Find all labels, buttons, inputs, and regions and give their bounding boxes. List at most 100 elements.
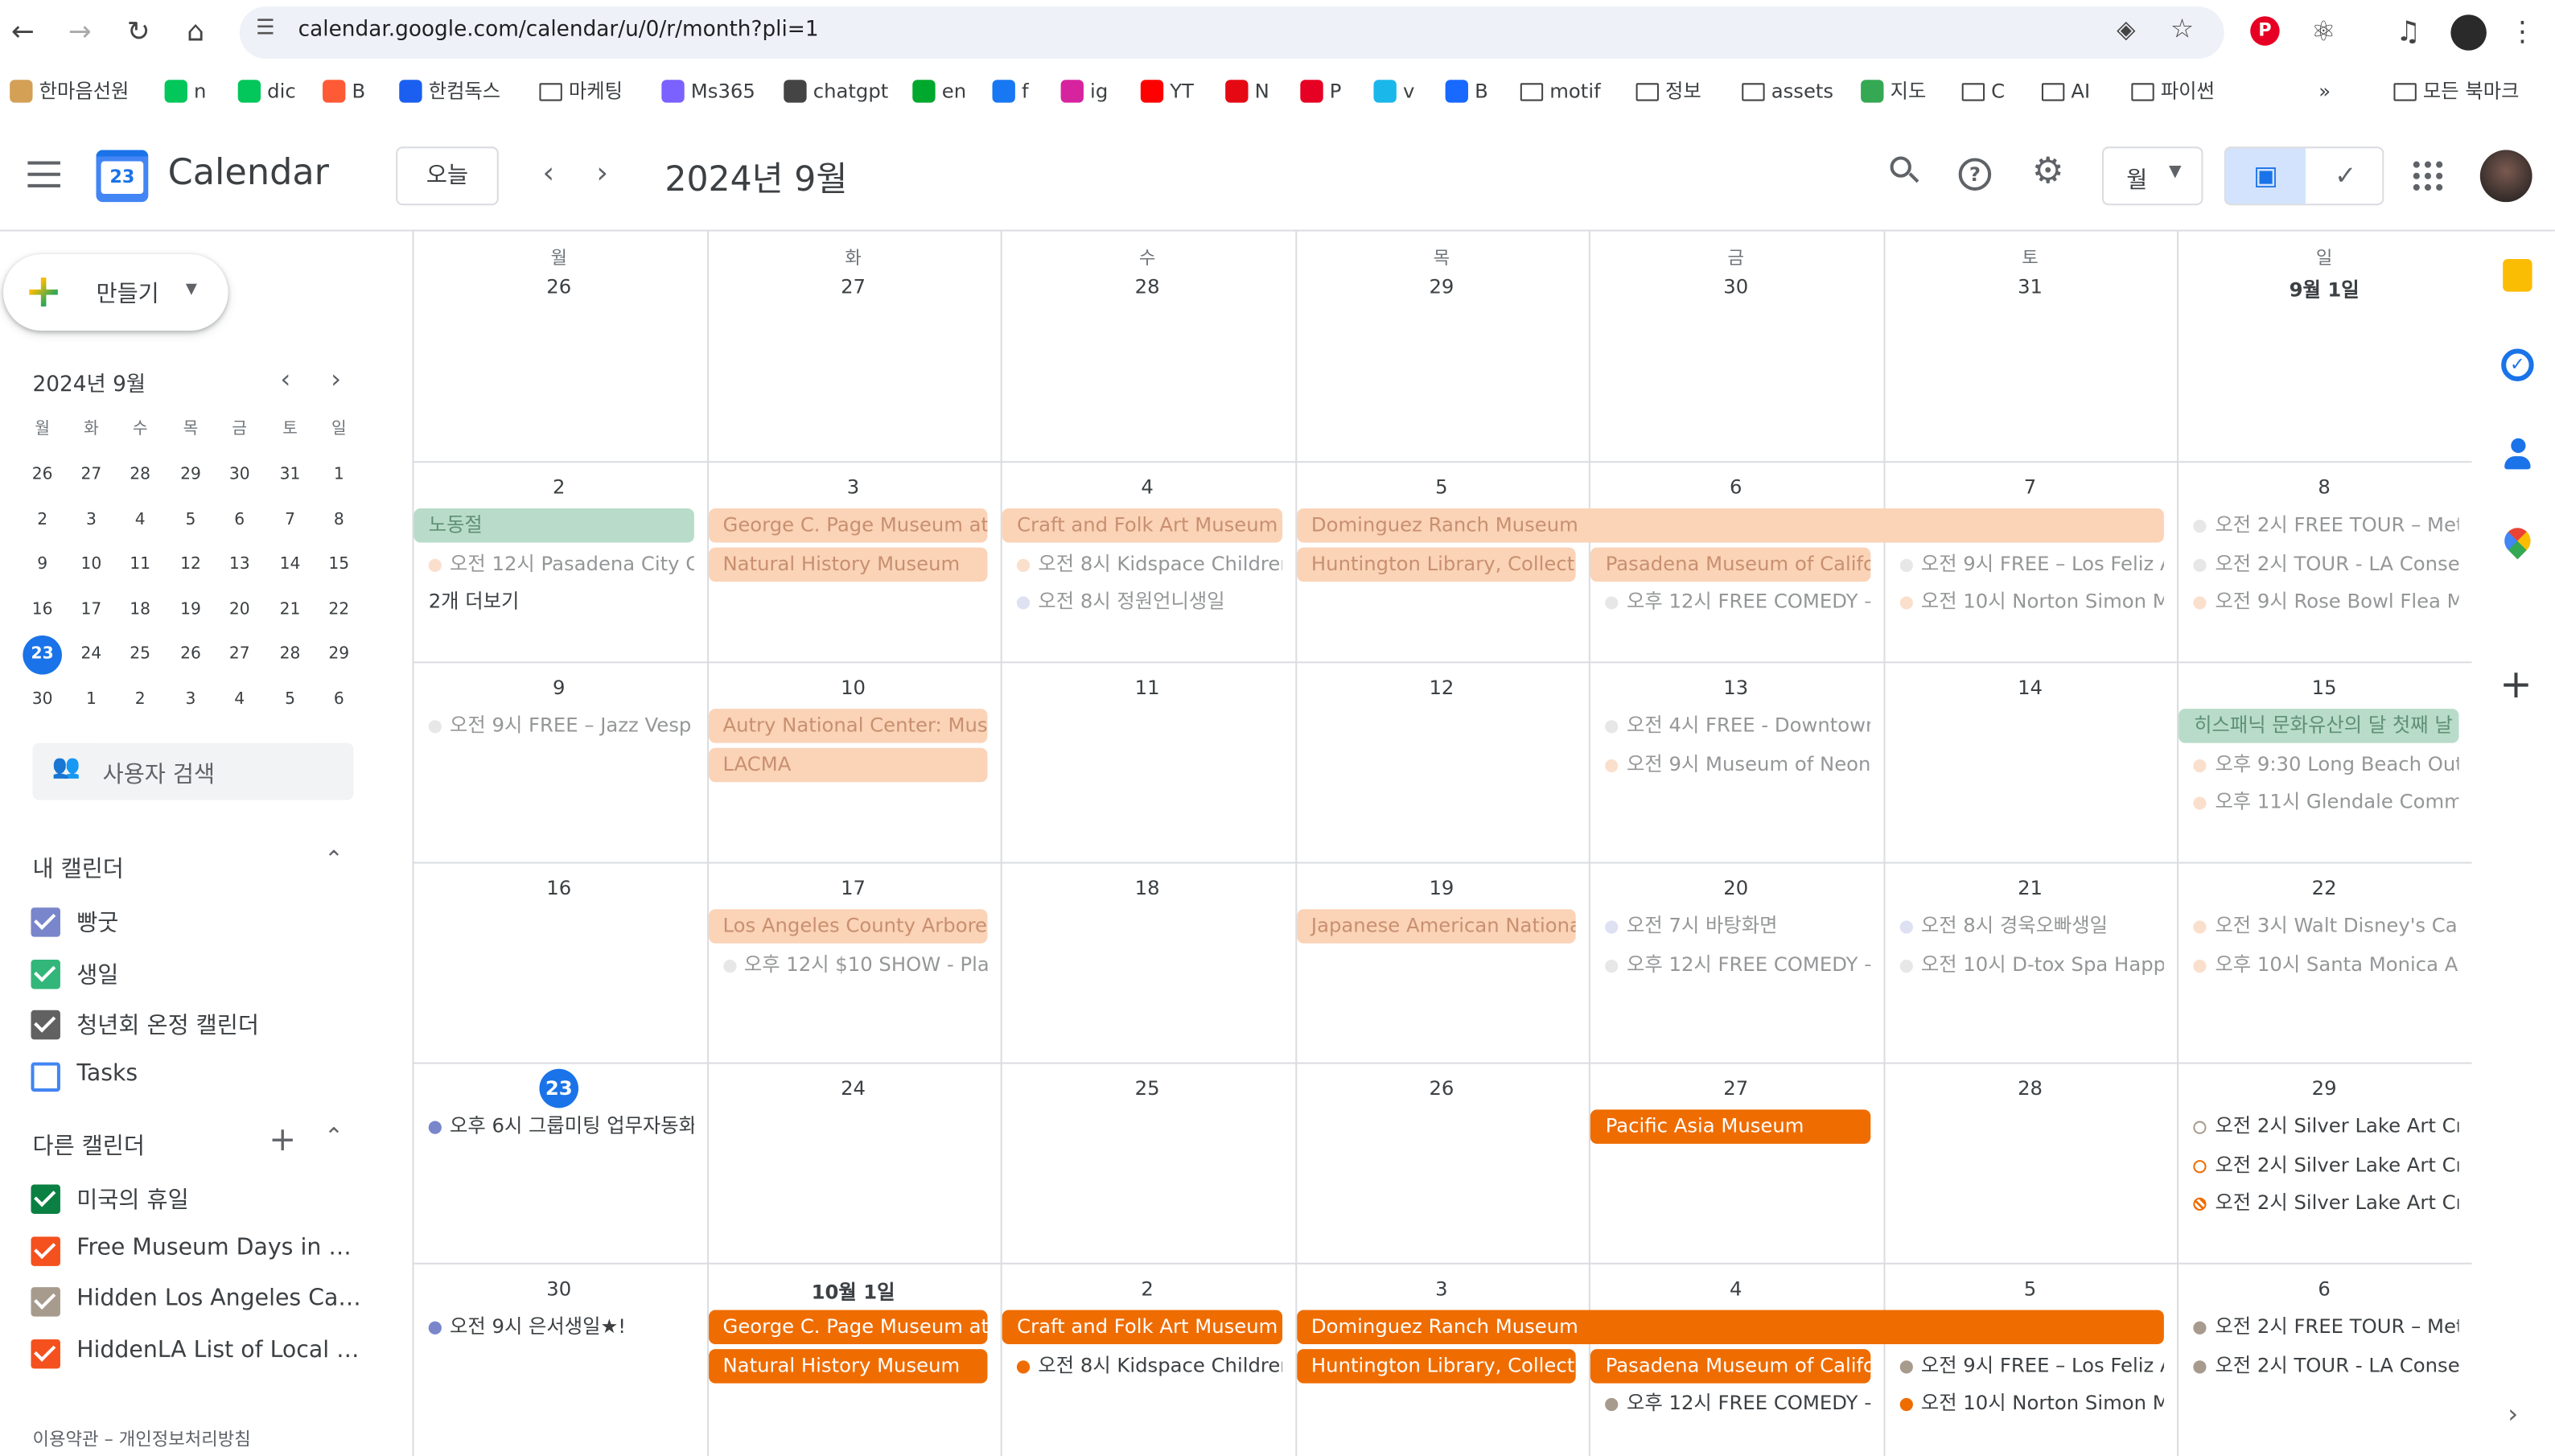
bookmark-item[interactable]: AI: [2041, 75, 2090, 108]
event-item[interactable]: 오후 6시 그룹미팅 업무자동화: [413, 1109, 693, 1144]
calendar-logo-icon[interactable]: 23: [96, 150, 149, 203]
add-calendar-plus-icon[interactable]: +: [269, 1120, 296, 1159]
bookmark-item[interactable]: dic: [237, 75, 296, 108]
calendar-checkbox[interactable]: [31, 1339, 60, 1369]
bookmark-item[interactable]: motif: [1520, 75, 1601, 108]
search-people-input[interactable]: 👥 사용자 검색: [32, 742, 354, 800]
day-number[interactable]: 29: [1295, 275, 1589, 298]
event-item[interactable]: 오후 12시 FREE COMEDY –: [1590, 948, 1870, 982]
event-item[interactable]: 오전 3시 Walt Disney's Carc: [2179, 909, 2458, 944]
search-icon[interactable]: [1890, 156, 1923, 189]
mini-day[interactable]: 11: [121, 546, 160, 586]
event-chip[interactable]: George C. Page Museum at: [708, 508, 988, 543]
day-number[interactable]: 3: [1295, 1277, 1589, 1300]
day-number[interactable]: 27: [1589, 1077, 1882, 1100]
mini-day[interactable]: 8: [319, 501, 359, 541]
mini-day[interactable]: 4: [220, 681, 259, 720]
reload-icon[interactable]: ↻: [119, 13, 158, 52]
day-number[interactable]: 28: [1883, 1077, 2177, 1100]
mini-day[interactable]: 18: [121, 590, 160, 630]
day-number[interactable]: 21: [1883, 877, 2177, 899]
address-bar[interactable]: ☰ calendar.google.com/calendar/u/0/r/mon…: [239, 6, 2224, 59]
event-item[interactable]: 오전 8시 경욱오빠생일: [1885, 909, 2164, 944]
event-item[interactable]: 오전 9시 Museum of Neon: [1590, 747, 1870, 782]
mini-day[interactable]: 26: [171, 635, 211, 675]
calendar-checkbox[interactable]: [31, 1010, 60, 1041]
event-item[interactable]: 오전 2시 FREE TOUR – Met: [2179, 508, 2458, 543]
event-item[interactable]: 오전 8시 Kidspace Children: [1002, 1348, 1282, 1383]
event-item[interactable]: 오전 2시 Silver Lake Art Cra: [2179, 1148, 2458, 1182]
event-chip[interactable]: George C. Page Museum at: [708, 1310, 988, 1345]
event-chip[interactable]: 히스패닉 문화유산의 달 첫째 날: [2179, 709, 2459, 743]
day-number[interactable]: 5: [1883, 1277, 2177, 1300]
day-number[interactable]: 31: [1883, 275, 2177, 298]
bookmark-item[interactable]: chatgpt: [784, 75, 888, 108]
other-calendars-title[interactable]: 다른 캘린더: [33, 1129, 145, 1162]
day-number[interactable]: 11: [1001, 677, 1294, 699]
mini-day[interactable]: 29: [171, 456, 211, 496]
day-number[interactable]: 30: [1589, 275, 1882, 298]
mini-day[interactable]: 6: [220, 501, 259, 541]
site-info-icon[interactable]: ☰: [256, 16, 275, 40]
mini-day[interactable]: 7: [270, 501, 310, 541]
mini-day[interactable]: 26: [23, 456, 62, 496]
my-calendars-title[interactable]: 내 캘린더: [33, 852, 124, 885]
mini-next-icon[interactable]: ›: [331, 364, 341, 394]
terms-privacy-link[interactable]: 이용약관 – 개인정보처리방침: [33, 1425, 251, 1451]
extensions-icon[interactable]: ⚛: [2304, 13, 2343, 52]
calendar-checkbox[interactable]: [31, 907, 60, 937]
bookmark-item[interactable]: 한컴독스: [399, 75, 500, 108]
event-item[interactable]: 오후 9:30 Long Beach Outd: [2179, 747, 2458, 782]
mini-day[interactable]: 3: [72, 501, 111, 541]
bookmark-item[interactable]: 파이썬: [2131, 75, 2215, 108]
today-button[interactable]: 오늘: [396, 146, 499, 206]
day-number[interactable]: 27: [706, 275, 1000, 298]
event-item[interactable]: 오후 10시 Santa Monica Ai: [2179, 948, 2458, 982]
bookmark-item[interactable]: N: [1225, 75, 1269, 108]
bookmarks-overflow[interactable]: »: [2318, 75, 2331, 108]
bookmark-item[interactable]: B: [323, 75, 365, 108]
event-chip[interactable]: Huntington Library, Collectio: [1296, 1348, 1577, 1383]
event-item[interactable]: 오전 2시 TOUR - LA Conser: [2179, 547, 2458, 582]
day-number[interactable]: 28: [1001, 275, 1294, 298]
day-number[interactable]: 14: [1883, 677, 2177, 699]
event-item[interactable]: 오전 9시 FREE – Jazz Vesp: [413, 709, 693, 743]
prev-period-icon[interactable]: ‹: [542, 156, 554, 191]
event-chip[interactable]: Dominguez Ranch Museum: [1296, 1310, 2165, 1345]
event-chip[interactable]: Pasadena Museum of Califo: [1590, 546, 1871, 582]
chevron-up-icon[interactable]: ⌃: [324, 1125, 344, 1150]
day-number[interactable]: 9: [412, 677, 706, 699]
view-selector[interactable]: 월 ▼: [2101, 146, 2203, 206]
tasks-view-icon[interactable]: ✓: [2306, 148, 2382, 204]
profile-avatar[interactable]: [2450, 14, 2487, 51]
mini-day[interactable]: 10: [72, 546, 111, 586]
event-item[interactable]: 오전 10시 Norton Simon Mu: [1885, 585, 2165, 619]
day-number[interactable]: 18: [1001, 877, 1294, 899]
mini-day[interactable]: 17: [72, 590, 111, 630]
mini-day[interactable]: 3: [171, 681, 211, 720]
pinterest-extension-icon[interactable]: P: [2250, 16, 2280, 46]
day-number[interactable]: 5: [1295, 475, 1589, 498]
home-icon[interactable]: ⌂: [176, 13, 216, 52]
bookmark-item[interactable]: 지도: [1861, 75, 1926, 108]
day-number[interactable]: 15: [2178, 677, 2471, 699]
day-number[interactable]: 12: [1295, 677, 1589, 699]
mini-prev-icon[interactable]: ‹: [280, 364, 290, 394]
mini-day[interactable]: 15: [319, 546, 359, 586]
calendar-label[interactable]: HiddenLA List of Local Sw...: [76, 1338, 361, 1363]
event-item[interactable]: 오전 2시 FREE TOUR – Met: [2179, 1310, 2458, 1345]
day-number[interactable]: 8: [2178, 475, 2471, 498]
collapse-panel-icon[interactable]: ›: [2508, 1398, 2518, 1429]
day-number[interactable]: 26: [1295, 1077, 1589, 1100]
main-menu-icon[interactable]: [27, 161, 60, 187]
event-chip[interactable]: LACMA: [708, 747, 988, 782]
lens-icon[interactable]: ◈: [2117, 14, 2135, 43]
mini-day[interactable]: 1: [319, 456, 359, 496]
calendar-checkbox[interactable]: [31, 1236, 60, 1266]
calendar-checkbox[interactable]: [31, 1287, 60, 1318]
mini-day[interactable]: 13: [220, 546, 259, 586]
create-button[interactable]: + 만들기 ▼: [3, 253, 228, 331]
event-item[interactable]: 오전 9시 FREE – Los Feliz A: [1885, 547, 2165, 582]
event-chip[interactable]: 노동절: [413, 508, 694, 543]
mini-day[interactable]: 14: [270, 546, 310, 586]
